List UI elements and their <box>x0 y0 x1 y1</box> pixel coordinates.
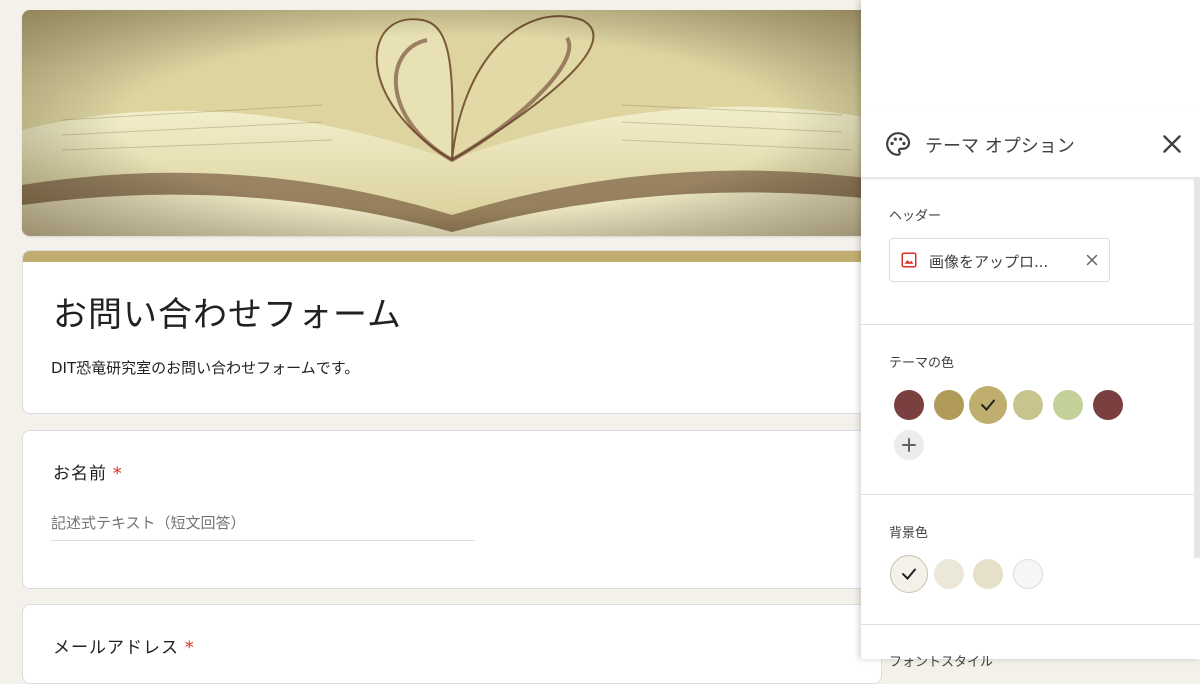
question-title: お名前 <box>53 464 107 484</box>
form-title-card: お問い合わせフォーム DIT恐竜研究室のお問い合わせフォームです。 <box>22 250 882 414</box>
header-section-label: ヘッダー <box>889 209 942 224</box>
font-style-label: フォントスタイル <box>889 655 994 670</box>
panel-scroll-area[interactable]: ヘッダー 画像をアップロ... テーマの色 背景色 <box>861 178 1200 659</box>
panel-top-area <box>861 0 1200 112</box>
theme-color-swatch-4[interactable] <box>1013 390 1043 420</box>
question-title: メールアドレス <box>53 638 179 658</box>
close-icon[interactable] <box>1159 131 1185 157</box>
theme-color-swatch-1[interactable] <box>894 390 924 420</box>
panel-title: テーマ オプション <box>925 136 1075 157</box>
panel-header: テーマ オプション <box>861 111 1200 177</box>
background-color-section: 背景色 <box>861 494 1200 625</box>
theme-color-swatch-3[interactable] <box>969 386 1007 424</box>
header-image <box>22 10 882 236</box>
question-label: お名前 * <box>53 459 123 484</box>
panel-scrollbar[interactable] <box>1194 178 1200 558</box>
question-card-email[interactable]: メールアドレス * <box>22 604 882 684</box>
theme-color-label: テーマの色 <box>889 356 955 371</box>
background-color-label: 背景色 <box>889 526 929 541</box>
check-icon <box>981 399 995 411</box>
image-icon <box>901 252 917 268</box>
theme-options-panel: テーマ オプション ヘッダー 画像をアップロ... テーマの色 背景色 フォント… <box>861 0 1200 670</box>
theme-color-swatch-5[interactable] <box>1053 390 1083 420</box>
background-swatch-3[interactable] <box>973 559 1003 589</box>
background-swatch-1[interactable] <box>890 555 928 593</box>
header-section: ヘッダー 画像をアップロ... <box>861 178 1200 325</box>
theme-color-section: テーマの色 <box>861 324 1200 495</box>
background-swatch-2[interactable] <box>934 559 964 589</box>
question-label: メールアドレス * <box>53 633 195 658</box>
plus-icon <box>902 438 916 452</box>
required-mark: * <box>185 638 195 658</box>
check-icon <box>902 568 916 580</box>
theme-color-swatch-6[interactable] <box>1093 390 1123 420</box>
upload-image-button[interactable]: 画像をアップロ... <box>889 238 1110 282</box>
palette-icon <box>886 132 911 156</box>
add-custom-color-button[interactable] <box>894 430 924 460</box>
question-card-name[interactable]: お名前 * 記述式テキスト（短文回答） <box>22 430 882 589</box>
remove-image-icon[interactable] <box>1083 251 1101 269</box>
upload-image-label: 画像をアップロ... <box>929 253 1049 271</box>
form-title[interactable]: お問い合わせフォーム <box>53 287 402 336</box>
theme-accent-bar <box>23 251 881 262</box>
form-description[interactable]: DIT恐竜研究室のお問い合わせフォームです。 <box>51 357 359 378</box>
short-answer-field[interactable]: 記述式テキスト（短文回答） <box>51 509 475 541</box>
background-swatch-4[interactable] <box>1013 559 1043 589</box>
theme-color-swatch-2[interactable] <box>934 390 964 420</box>
required-mark: * <box>113 464 123 484</box>
